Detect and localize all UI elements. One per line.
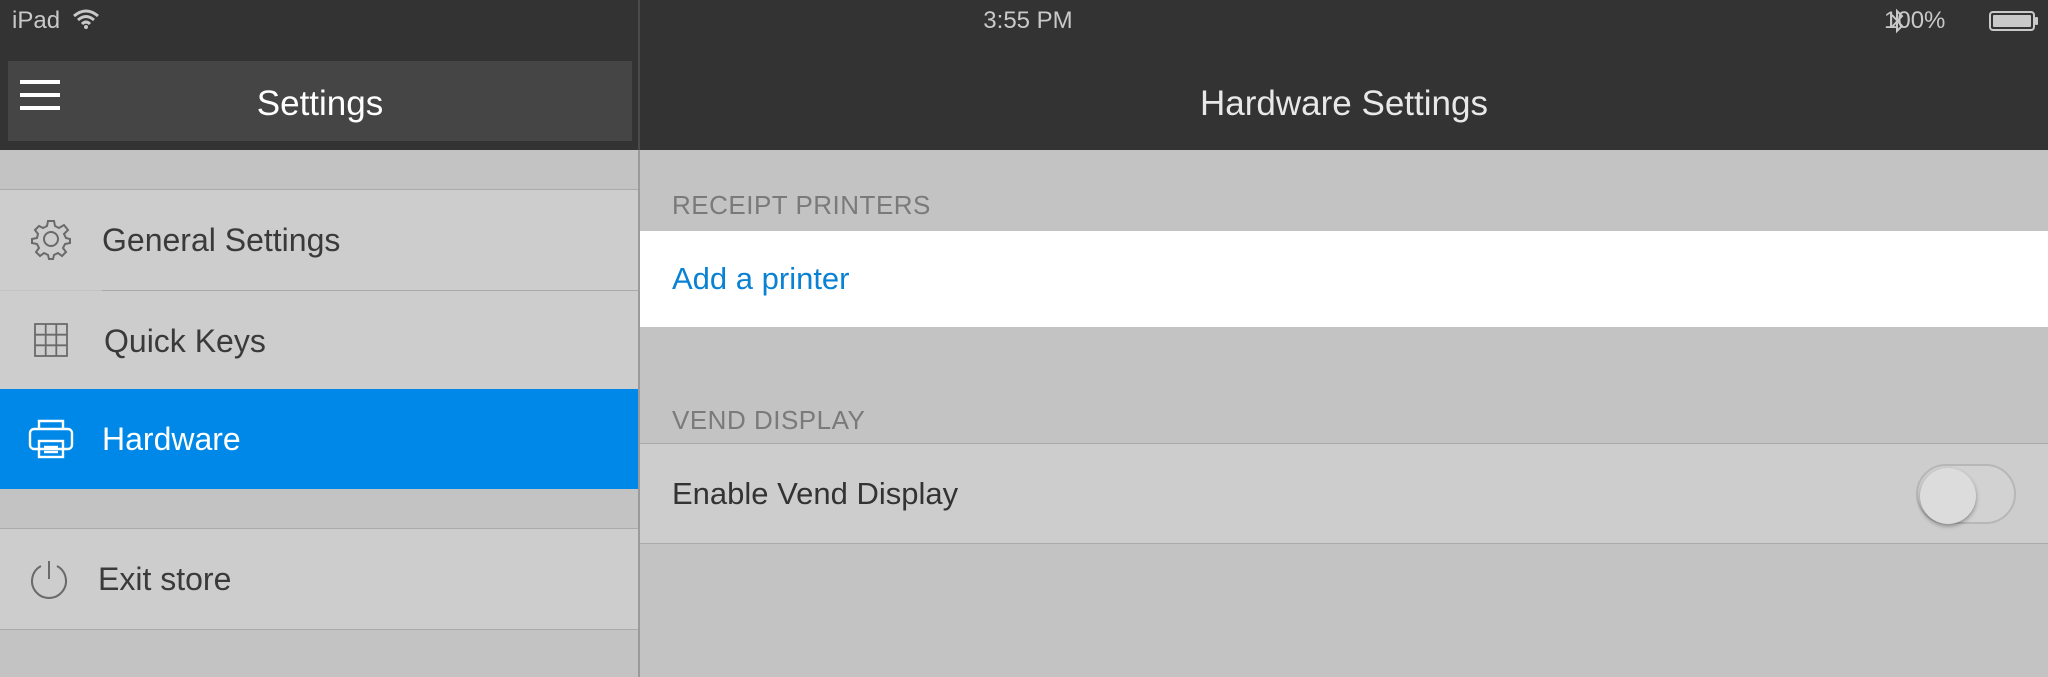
pane-divider	[638, 150, 640, 677]
sidebar-item-label: Exit store	[98, 561, 232, 597]
sidebar-item-general-settings[interactable]: General Settings	[0, 190, 638, 290]
receipt-printers-header: RECEIPT PRINTERS	[672, 190, 931, 220]
battery-percent: 100%	[1884, 7, 1946, 34]
hamburger-menu-icon[interactable]	[20, 78, 60, 112]
add-printer-link[interactable]: Add a printer	[672, 231, 850, 327]
grid-icon	[34, 323, 68, 357]
power-icon	[31, 561, 67, 599]
toggle-knob	[1920, 468, 1976, 524]
sidebar-item-label: Quick Keys	[104, 323, 266, 359]
sidebar-item-hardware[interactable]: Hardware	[0, 389, 638, 489]
battery-icon	[1989, 11, 2038, 31]
header-divider	[638, 0, 640, 150]
status-time: 3:55 PM	[983, 7, 1073, 34]
printer-icon	[28, 419, 74, 459]
sidebar-divider	[0, 629, 638, 630]
sidebar-item-label: General Settings	[102, 222, 341, 258]
sidebar-item-label: Hardware	[102, 421, 241, 457]
vend-display-header: VEND DISPLAY	[672, 405, 866, 435]
wifi-icon	[73, 9, 99, 29]
sidebar-header: Settings	[8, 61, 632, 141]
vend-row-bottom-divider	[640, 543, 2048, 544]
sidebar-item-exit-store[interactable]: Exit store	[0, 529, 638, 629]
sidebar: General Settings Quick Keys Hardware Exi…	[0, 150, 638, 677]
page-title: Hardware Settings	[1200, 84, 1488, 123]
add-printer-row[interactable]: Add a printer	[640, 231, 2048, 327]
sidebar-item-quick-keys[interactable]: Quick Keys	[0, 291, 638, 391]
status-carrier: iPad	[12, 7, 61, 34]
top-bar: iPad 3:55 PM 100% Settings Hardware Sett…	[0, 0, 2048, 150]
gear-icon	[31, 220, 71, 260]
vend-display-row: Enable Vend Display	[640, 444, 2048, 543]
enable-vend-display-toggle[interactable]	[1916, 464, 2016, 524]
enable-vend-display-label: Enable Vend Display	[672, 476, 959, 511]
sidebar-title: Settings	[256, 84, 384, 123]
